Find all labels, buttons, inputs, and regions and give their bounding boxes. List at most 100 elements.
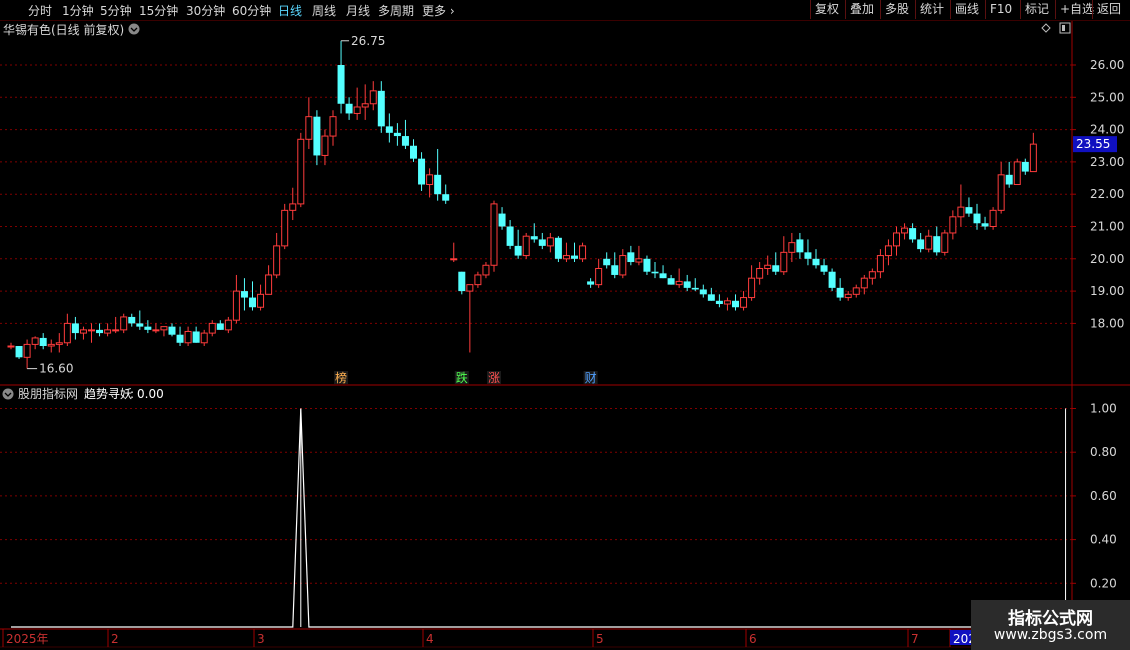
candle-body xyxy=(490,203,498,266)
candle-body xyxy=(659,273,667,279)
candle-body xyxy=(160,326,168,331)
candle-body xyxy=(925,235,933,250)
candle-body xyxy=(707,294,715,301)
candle-body xyxy=(611,265,619,275)
main-panel-title: 华锡有色(日线 前复权) xyxy=(3,22,124,37)
candle-body xyxy=(635,258,643,263)
candle-body xyxy=(1013,161,1021,186)
candle-body xyxy=(844,293,852,299)
candle-body xyxy=(740,297,748,308)
candle-body xyxy=(546,237,554,247)
candle-body xyxy=(257,293,265,308)
date-label: 2 xyxy=(111,632,119,646)
watermark-url: www.zbgs3.com xyxy=(993,627,1108,643)
candle-body xyxy=(321,135,329,156)
candle-body xyxy=(55,342,63,345)
candle-body xyxy=(31,337,39,345)
y-tick-label: 26.00 xyxy=(1090,58,1124,72)
candle-body xyxy=(530,236,538,240)
candle-body xyxy=(587,281,595,285)
candle-body xyxy=(884,245,892,257)
indicator-series xyxy=(11,408,1067,628)
candle-body xyxy=(377,90,385,127)
candle-body xyxy=(232,290,240,321)
indicator-value: 0.00 xyxy=(137,387,164,401)
indicator-menu-icon xyxy=(2,388,14,400)
candle-body xyxy=(208,322,216,334)
candle-body xyxy=(240,291,248,298)
event-marker: 榜 xyxy=(335,370,347,385)
y-tick-label: 18.00 xyxy=(1090,316,1124,330)
candle-body xyxy=(852,287,860,295)
candle-body xyxy=(627,252,635,263)
candle-body xyxy=(458,271,466,292)
candle-body xyxy=(297,138,305,205)
date-label: 5 xyxy=(596,632,604,646)
candle-body xyxy=(949,216,957,234)
candle-body xyxy=(128,316,136,324)
panel-menu-icon xyxy=(128,23,140,35)
candlestick-series xyxy=(7,40,1037,369)
site-watermark: 指标公式网 www.zbgs3.com xyxy=(971,600,1130,650)
event-marker: 涨 xyxy=(488,370,500,385)
candle-body xyxy=(184,330,192,344)
ind-tick-label: 0.20 xyxy=(1090,576,1117,590)
low-label: 16.60 xyxy=(39,362,73,376)
indicator-colon: : xyxy=(130,387,134,401)
indicator-name: 趋势寻妖 xyxy=(84,387,132,401)
candle-body xyxy=(997,174,1005,211)
y-tick-label: 20.00 xyxy=(1090,252,1124,266)
diamond-icon xyxy=(1041,23,1051,33)
candle-body xyxy=(168,326,176,335)
candle-body xyxy=(369,90,377,105)
candle-body xyxy=(917,239,925,250)
candle-body xyxy=(7,345,15,348)
candle-body xyxy=(595,267,603,286)
candle-body xyxy=(1029,143,1037,173)
candle-body xyxy=(200,332,208,344)
candle-body xyxy=(675,280,683,286)
candle-body xyxy=(466,284,474,292)
candle-body xyxy=(933,236,941,253)
candle-body xyxy=(434,174,442,195)
y-tick-label: 22.00 xyxy=(1090,187,1124,201)
candle-body xyxy=(23,343,31,358)
candle-body xyxy=(265,274,273,295)
candle-body xyxy=(112,329,120,332)
candle-body xyxy=(836,287,844,298)
candle-body xyxy=(289,203,297,211)
candle-body xyxy=(989,209,997,228)
candle-body xyxy=(329,116,337,137)
candle-body xyxy=(522,235,530,257)
candle-body xyxy=(144,326,152,330)
chart-canvas: 26.0025.0024.0023.0022.0021.0020.0019.00… xyxy=(0,21,1130,650)
candle-body xyxy=(79,329,87,334)
ind-tick-label: 0.40 xyxy=(1090,533,1117,547)
candle-body xyxy=(104,329,112,334)
candle-body xyxy=(313,116,321,156)
candle-body xyxy=(120,316,128,331)
candle-body xyxy=(579,245,587,260)
candle-body xyxy=(562,255,570,260)
date-label: 2025年 xyxy=(6,632,49,646)
candle-body xyxy=(683,281,691,288)
candle-body xyxy=(643,258,651,272)
candle-body xyxy=(796,239,804,253)
candle-body xyxy=(981,223,989,227)
candle-body xyxy=(732,300,739,308)
candle-body xyxy=(192,331,200,343)
candle-body xyxy=(361,103,369,108)
ind-tick-label: 1.00 xyxy=(1090,402,1117,416)
candle-body xyxy=(39,337,47,347)
candle-body xyxy=(224,319,232,331)
candle-body xyxy=(450,258,458,261)
candle-body xyxy=(393,132,401,137)
date-label: 7 xyxy=(911,632,919,646)
candle-body xyxy=(554,237,562,259)
y-tick-label: 23.00 xyxy=(1090,155,1124,169)
candle-body xyxy=(764,264,772,269)
candle-body xyxy=(820,265,828,272)
candle-body xyxy=(96,329,104,334)
candle-body xyxy=(893,232,900,247)
candle-body xyxy=(426,174,434,186)
